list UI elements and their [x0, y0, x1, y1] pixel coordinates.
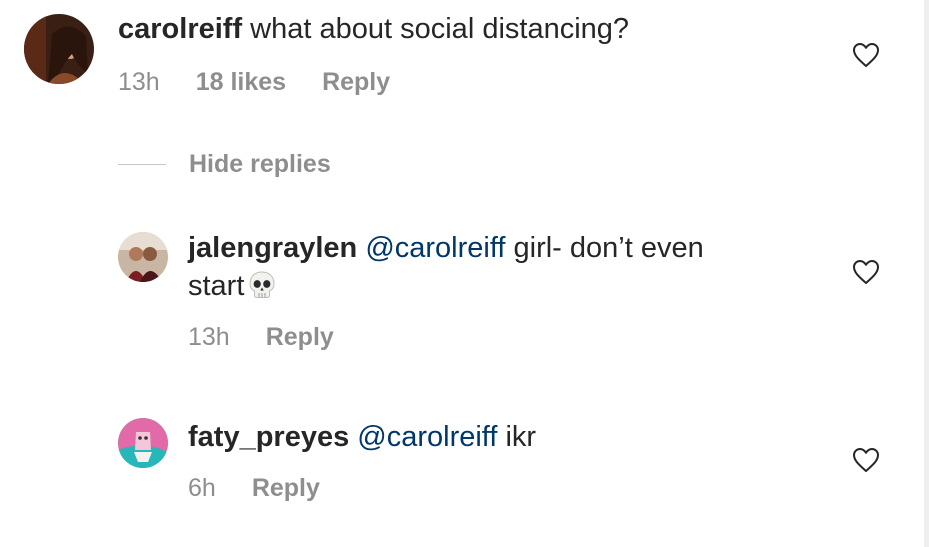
reply-text: ikr — [505, 421, 537, 453]
reply-username[interactable]: jalengraylen — [188, 232, 357, 264]
reply-mention[interactable]: @carolreiff — [357, 421, 497, 453]
comment-text: what about social distancing? — [250, 13, 630, 45]
comment-text-line: carolreiff what about social distancing? — [118, 10, 629, 48]
reply-comment: faty_preyes @carolreiff ikr 6h Reply — [0, 405, 929, 515]
carolreiff-avatar[interactable] — [24, 14, 94, 84]
reply-comment: jalengraylen @carolreiff girl- don’t eve… — [0, 220, 929, 360]
heart-outline-icon[interactable] — [852, 42, 880, 68]
comment-meta: 13h 18 likes Reply — [118, 67, 426, 97]
reply-text-continued: start — [188, 270, 245, 302]
jalengraylen-avatar[interactable] — [118, 232, 168, 282]
comment-time: 13h — [118, 68, 160, 96]
reply-button[interactable]: Reply — [322, 68, 390, 96]
reply-meta: 6h Reply — [188, 473, 356, 503]
comment-username[interactable]: carolreiff — [118, 13, 242, 45]
reply-text: girl- don’t even — [513, 232, 704, 264]
parent-comment: carolreiff what about social distancing?… — [0, 0, 929, 110]
faty-preyes-avatar[interactable] — [118, 418, 168, 468]
reply-button[interactable]: Reply — [266, 323, 334, 351]
hide-replies-toggle[interactable]: Hide replies — [118, 149, 331, 179]
skull-emoji-icon — [249, 271, 275, 298]
comment-likes[interactable]: 18 likes — [196, 68, 286, 96]
hide-replies-divider — [118, 163, 166, 165]
reply-username[interactable]: faty_preyes — [188, 421, 349, 453]
reply-text-line-1: jalengraylen @carolreiff girl- don’t eve… — [188, 229, 704, 267]
hide-replies-label[interactable]: Hide replies — [189, 150, 331, 179]
heart-outline-icon[interactable] — [852, 259, 880, 285]
reply-meta: 13h Reply — [188, 322, 370, 352]
reply-mention[interactable]: @carolreiff — [365, 232, 505, 264]
reply-time: 6h — [188, 474, 216, 502]
reply-time: 13h — [188, 323, 230, 351]
reply-button[interactable]: Reply — [252, 474, 320, 502]
heart-outline-icon[interactable] — [852, 447, 880, 473]
reply-text-line: faty_preyes @carolreiff ikr — [188, 418, 536, 456]
reply-text-line-2: start — [188, 267, 277, 305]
